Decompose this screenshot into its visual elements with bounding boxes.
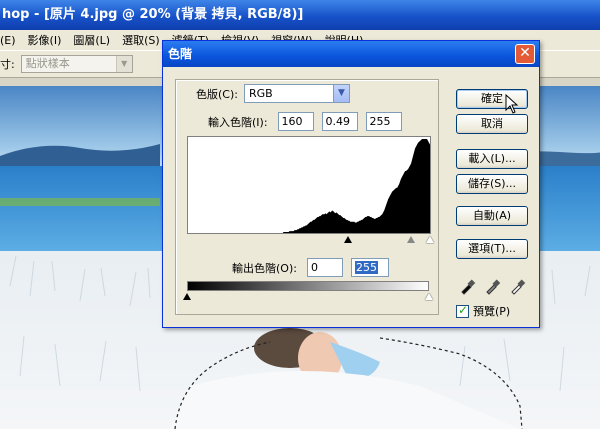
output-white-slider[interactable] (425, 293, 433, 300)
input-black-field[interactable]: 160 (277, 112, 314, 131)
input-white-field[interactable]: 255 (365, 112, 402, 131)
output-levels-row: 輸出色階(O): 0 255 (232, 258, 389, 277)
channel-select[interactable]: RGB ▼ (243, 84, 350, 103)
histogram-graph (188, 139, 430, 233)
input-levels-row: 輸入色階(I): 160 0.49 255 (208, 112, 402, 131)
input-black-value: 160 (281, 115, 303, 128)
close-icon: ✕ (519, 45, 531, 61)
sample-size-select[interactable]: 點狀樣本 ▼ (20, 55, 133, 73)
white-eyedropper-icon[interactable] (509, 277, 527, 295)
output-black-slider[interactable] (183, 293, 191, 300)
menu-item-layer[interactable]: 圖層(L) (73, 32, 116, 48)
sample-size-value: 點狀樣本 (25, 57, 70, 70)
gray-eyedropper-icon[interactable] (484, 277, 502, 295)
chevron-down-icon: ▼ (115, 56, 132, 72)
output-black-value: 0 (310, 261, 318, 274)
mouse-pointer-icon (505, 94, 519, 114)
load-button[interactable]: 載入(L)... (456, 149, 528, 169)
channel-row: 色版(C): RGB ▼ (196, 84, 350, 103)
channel-label: 色版(C): (196, 87, 238, 101)
output-gradient (187, 281, 429, 291)
save-button[interactable]: 儲存(S)... (456, 174, 528, 194)
output-black-field[interactable]: 0 (306, 258, 343, 277)
menu-item-select[interactable]: 選取(S) (122, 32, 166, 48)
output-white-value: 255 (354, 261, 378, 274)
input-white-value: 255 (369, 115, 391, 128)
sample-size-label: 寸: (0, 58, 15, 71)
input-levels-label: 輸入色階(I): (208, 115, 268, 129)
input-gamma-field[interactable]: 0.49 (321, 112, 358, 131)
input-black-slider[interactable] (344, 236, 352, 243)
histogram (187, 136, 431, 234)
close-button[interactable]: ✕ (515, 44, 535, 64)
output-white-field[interactable]: 255 (350, 258, 389, 277)
black-eyedropper-icon[interactable] (459, 277, 477, 295)
checkbox-box (456, 303, 469, 318)
histogram-area (188, 139, 430, 233)
channel-value: RGB (248, 87, 273, 100)
dialog-title-bar: 色階 ✕ (163, 41, 539, 67)
input-gamma-value: 0.49 (325, 115, 351, 128)
levels-dialog: 色階 ✕ 色版(C): RGB ▼ 輸入色階(I): 160 0.49 255 (162, 40, 540, 328)
cancel-button[interactable]: 取消 (456, 114, 528, 134)
menu-item-edit[interactable]: (E) (0, 34, 22, 47)
input-gamma-slider[interactable] (407, 236, 415, 243)
dialog-title: 色階 (168, 47, 193, 61)
preview-label: 預覽(P) (473, 305, 511, 318)
input-white-slider[interactable] (426, 236, 434, 243)
levels-panel: 色版(C): RGB ▼ 輸入色階(I): 160 0.49 255 輸出色階(… (175, 79, 439, 315)
app-title: hop - [原片 4.jpg @ 20% (背景 拷貝, RGB/8)] (2, 7, 304, 22)
output-levels-label: 輸出色階(O): (232, 261, 297, 275)
menu-item-image[interactable]: 影像(I) (28, 32, 68, 48)
auto-button[interactable]: 自動(A) (456, 206, 528, 226)
options-button[interactable]: 選項(T)... (456, 239, 528, 259)
chevron-down-icon: ▼ (332, 85, 349, 102)
app-title-bar: hop - [原片 4.jpg @ 20% (背景 拷貝, RGB/8)] (0, 0, 600, 30)
preview-checkbox[interactable]: 預覽(P) (456, 303, 510, 319)
